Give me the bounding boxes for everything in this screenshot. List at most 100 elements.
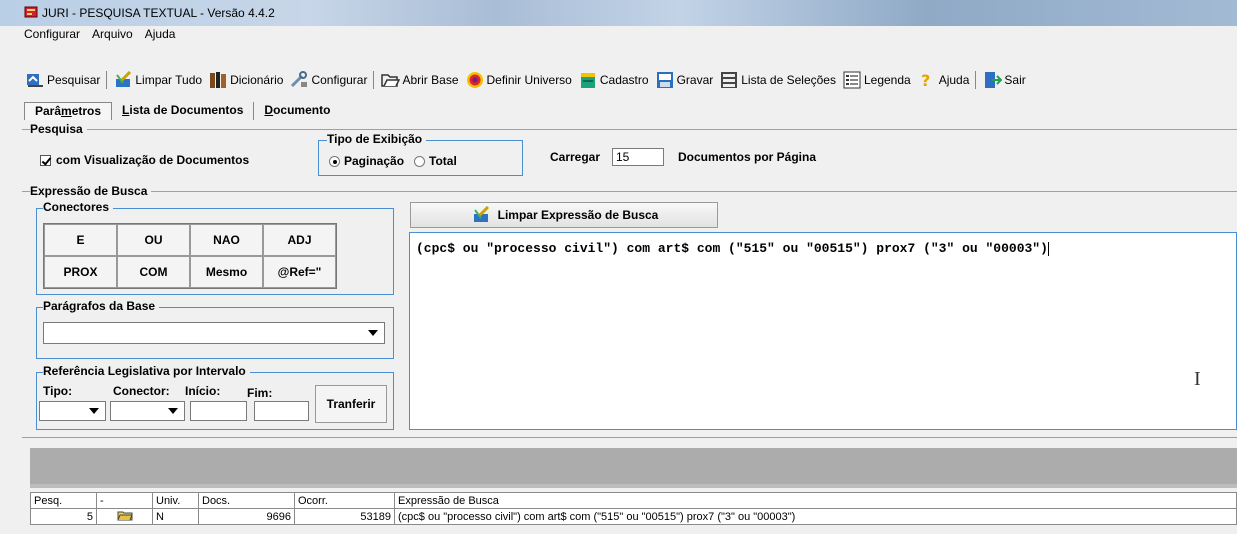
tab-parametros[interactable]: Parâmetros — [24, 102, 113, 120]
connector-e-button[interactable]: E — [44, 224, 117, 256]
sair-label: Sair — [1004, 73, 1026, 87]
tranferir-button[interactable]: Tranferir — [315, 385, 387, 423]
tipo-exibicao-group: Tipo de Exibição Paginação Total — [318, 132, 523, 176]
radio-paginacao-label[interactable]: Paginação — [344, 154, 404, 168]
results-panel: Pesq. - Univ. Docs. Ocorr. Expressão de … — [30, 448, 1237, 534]
tab-documento[interactable]: Documento — [254, 102, 340, 120]
limpar-tudo-button[interactable]: Limpar Tudo — [110, 69, 205, 91]
inicio-label: Início: — [185, 384, 221, 398]
paragrafos-group: Parágrafos da Base — [36, 299, 394, 359]
cell-icon — [96, 508, 153, 525]
limpar-tudo-label: Limpar Tudo — [135, 73, 203, 87]
ajuda-label: Ajuda — [938, 73, 970, 87]
tipo-exibicao-options: Paginação Total — [329, 154, 457, 168]
tipo-select[interactable] — [39, 401, 106, 421]
broom-icon — [116, 71, 132, 87]
table-row[interactable]: 5 N 9696 53189 (cpc$ ou "processo civil"… — [30, 508, 1237, 525]
connector-com-button[interactable]: COM — [117, 256, 190, 288]
radio-total-label[interactable]: Total — [429, 154, 457, 168]
connector-prox-button[interactable]: PROX — [44, 256, 117, 288]
help-icon: ? — [921, 71, 930, 89]
gravar-button[interactable]: Gravar — [652, 69, 717, 91]
configurar-button[interactable]: Configurar — [286, 69, 370, 91]
app-icon — [24, 6, 38, 18]
exit-icon — [985, 72, 1003, 88]
limpar-expressao-button[interactable]: Limpar Expressão de Busca — [410, 202, 718, 228]
radio-paginacao[interactable] — [329, 155, 340, 167]
limpar-expressao-label: Limpar Expressão de Busca — [497, 208, 659, 222]
menu-ajuda[interactable]: Ajuda — [145, 27, 176, 45]
results-header-area — [30, 448, 1237, 484]
dicionario-label: Dicionário — [230, 73, 284, 87]
menu-configurar[interactable]: Configurar — [24, 27, 80, 45]
definir-universo-label: Definir Universo — [486, 73, 572, 87]
tab-lista-documentos[interactable]: Lista de Documentos — [112, 102, 255, 120]
broom-icon — [473, 206, 489, 222]
connector-adj-button[interactable]: ADJ — [263, 224, 336, 256]
tab-bar: Parâmetros Lista de Documentos Documento — [24, 102, 340, 120]
col-docs[interactable]: Docs. — [198, 492, 295, 509]
expression-text[interactable]: (cpc$ ou "processo civil") com art$ com … — [416, 241, 1049, 256]
selection-list-icon — [721, 72, 738, 88]
connector-ref-button[interactable]: @Ref=" — [263, 256, 336, 288]
col-ocorr[interactable]: Ocorr. — [294, 492, 395, 509]
col-univ[interactable]: Univ. — [152, 492, 199, 509]
window-titlebar: JURI - PESQUISA TEXTUAL - Versão 4.4.2 — [0, 0, 1237, 26]
fim-input[interactable] — [254, 401, 309, 421]
col-pesq[interactable]: Pesq. — [30, 492, 97, 509]
results-divider — [22, 437, 1237, 438]
definir-universo-button[interactable]: Definir Universo — [462, 69, 575, 91]
chevron-down-icon[interactable] — [168, 408, 178, 414]
abrir-base-button[interactable]: Abrir Base — [377, 69, 461, 91]
toolbar-separator — [373, 71, 375, 89]
referencia-group: Referência Legislativa por Intervalo Tip… — [36, 364, 394, 430]
carregar-input[interactable]: 15 — [612, 148, 664, 166]
legenda-label: Legenda — [863, 73, 911, 87]
radio-total[interactable] — [414, 155, 426, 167]
conectores-label: Conectores — [43, 200, 114, 214]
text-cursor-icon: I — [1194, 368, 1201, 390]
conectores-group: Conectores E OU NAO ADJ PROX COM Mesmo @… — [36, 200, 394, 295]
search-icon — [27, 74, 43, 87]
configurar-label: Configurar — [311, 73, 368, 87]
paragrafos-select[interactable] — [43, 322, 385, 344]
col-dash[interactable]: - — [96, 492, 153, 509]
chevron-down-icon[interactable] — [89, 408, 99, 414]
visualizacao-checkbox[interactable]: com Visualização de Documentos — [40, 153, 249, 167]
legenda-button[interactable]: Legenda — [839, 69, 914, 91]
ajuda-button[interactable]: ? Ajuda — [914, 69, 973, 91]
sair-button[interactable]: Sair — [979, 69, 1028, 91]
gravar-label: Gravar — [676, 73, 714, 87]
cadastro-label: Cadastro — [599, 73, 649, 87]
dicionario-button[interactable]: Dicionário — [205, 69, 286, 91]
window-title: JURI - PESQUISA TEXTUAL - Versão 4.4.2 — [42, 6, 275, 20]
checkbox-checked[interactable] — [40, 154, 51, 166]
toolbar: Pesquisar Limpar Tudo Dicionário Configu… — [22, 68, 1232, 92]
lista-selecoes-button[interactable]: Lista de Seleções — [716, 69, 839, 91]
svg-text:?: ? — [921, 71, 930, 89]
cadastro-button[interactable]: Cadastro — [575, 69, 652, 91]
abrir-base-label: Abrir Base — [402, 73, 459, 87]
expression-query: (cpc$ ou "processo civil") com art$ com … — [416, 241, 1048, 256]
col-expressao[interactable]: Expressão de Busca — [394, 492, 1237, 509]
inicio-input[interactable] — [190, 401, 247, 421]
tipo-exibicao-label: Tipo de Exibição — [327, 132, 427, 146]
connector-nao-button[interactable]: NAO — [190, 224, 263, 256]
expression-editor[interactable]: (cpc$ ou "processo civil") com art$ com … — [409, 232, 1237, 430]
folder-icon — [117, 511, 133, 521]
save-icon — [656, 72, 673, 88]
chevron-down-icon[interactable] — [368, 330, 378, 336]
table-header-row: Pesq. - Univ. Docs. Ocorr. Expressão de … — [30, 492, 1237, 509]
menu-arquivo[interactable]: Arquivo — [92, 27, 133, 45]
pesquisar-button[interactable]: Pesquisar — [22, 69, 103, 91]
results-band — [30, 484, 1237, 488]
conectores-grid: E OU NAO ADJ PROX COM Mesmo @Ref=" — [43, 223, 337, 289]
connector-mesmo-button[interactable]: Mesmo — [190, 256, 263, 288]
connector-ou-button[interactable]: OU — [117, 224, 190, 256]
lista-selecoes-label: Lista de Seleções — [741, 73, 836, 87]
target-icon — [466, 72, 483, 88]
folder-open-icon — [381, 74, 401, 87]
cell-univ: N — [152, 508, 199, 525]
cell-expressao: (cpc$ ou "processo civil") com art$ com … — [394, 508, 1237, 525]
conector-select[interactable] — [110, 401, 185, 421]
